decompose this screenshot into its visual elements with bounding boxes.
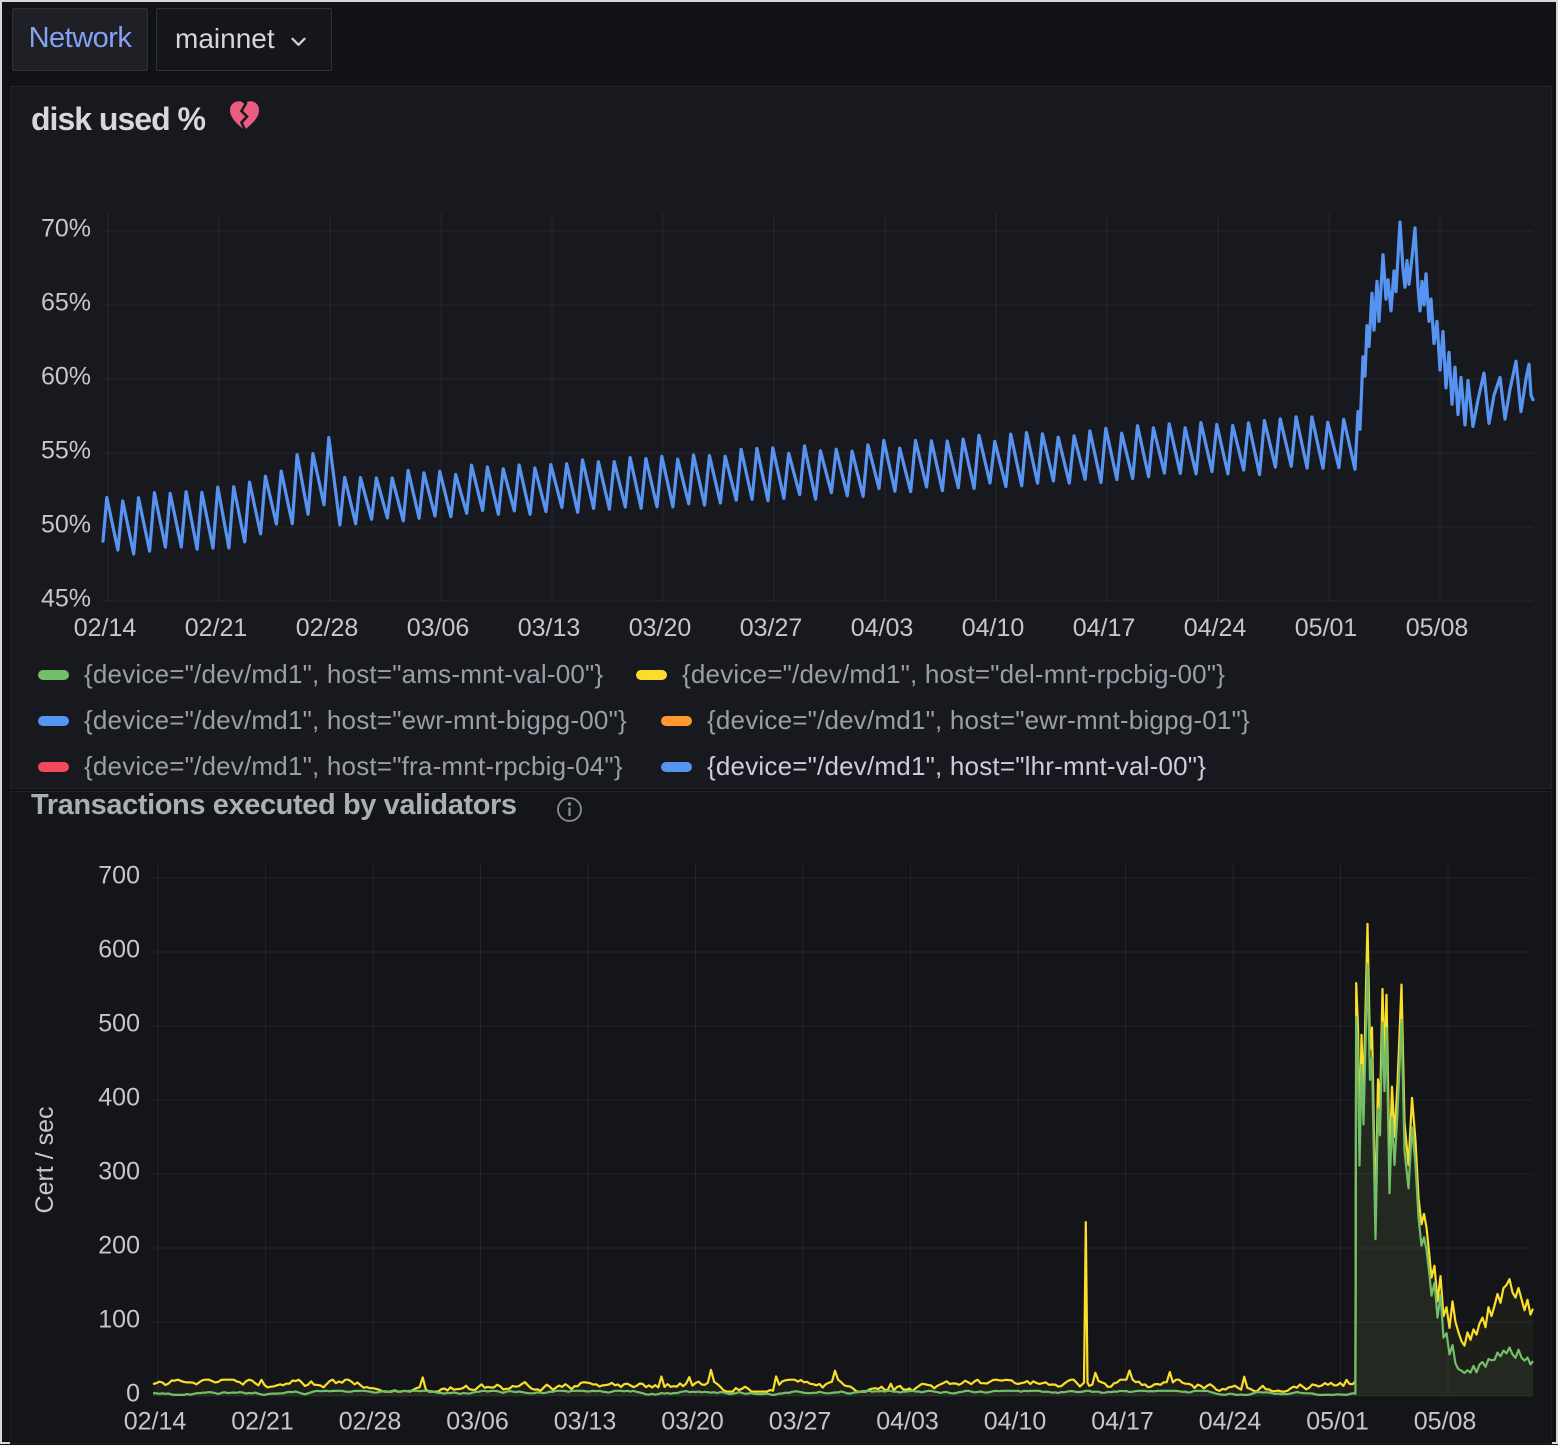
svg-text:100: 100 bbox=[98, 1306, 140, 1334]
svg-text:03/20: 03/20 bbox=[661, 1408, 724, 1436]
svg-text:05/01: 05/01 bbox=[1295, 614, 1358, 642]
svg-text:02/28: 02/28 bbox=[296, 614, 359, 642]
svg-text:03/06: 03/06 bbox=[407, 614, 470, 642]
svg-text:04/10: 04/10 bbox=[984, 1408, 1047, 1436]
svg-text:04/03: 04/03 bbox=[851, 614, 914, 642]
svg-text:03/20: 03/20 bbox=[629, 614, 692, 642]
svg-text:05/08: 05/08 bbox=[1406, 614, 1469, 642]
svg-text:200: 200 bbox=[98, 1232, 140, 1260]
svg-text:05/08: 05/08 bbox=[1414, 1408, 1477, 1436]
svg-text:03/06: 03/06 bbox=[446, 1408, 509, 1436]
svg-text:02/21: 02/21 bbox=[231, 1408, 294, 1436]
svg-text:400: 400 bbox=[98, 1084, 140, 1112]
svg-text:50%: 50% bbox=[41, 511, 91, 539]
svg-text:02/14: 02/14 bbox=[124, 1408, 187, 1436]
svg-text:05/01: 05/01 bbox=[1306, 1408, 1369, 1436]
svg-text:300: 300 bbox=[98, 1158, 140, 1186]
svg-text:03/13: 03/13 bbox=[554, 1408, 617, 1436]
svg-text:600: 600 bbox=[98, 936, 140, 964]
svg-text:500: 500 bbox=[98, 1010, 140, 1038]
svg-text:04/03: 04/03 bbox=[876, 1408, 939, 1436]
svg-text:03/27: 03/27 bbox=[769, 1408, 832, 1436]
svg-text:02/28: 02/28 bbox=[339, 1408, 402, 1436]
svg-text:04/17: 04/17 bbox=[1073, 614, 1136, 642]
svg-text:700: 700 bbox=[98, 862, 140, 890]
svg-text:04/17: 04/17 bbox=[1091, 1408, 1154, 1436]
svg-text:03/13: 03/13 bbox=[518, 614, 581, 642]
svg-text:70%: 70% bbox=[41, 215, 91, 243]
svg-text:60%: 60% bbox=[41, 363, 91, 391]
svg-text:65%: 65% bbox=[41, 289, 91, 317]
svg-text:0: 0 bbox=[126, 1380, 140, 1408]
svg-text:02/14: 02/14 bbox=[74, 614, 137, 642]
svg-text:04/10: 04/10 bbox=[962, 614, 1025, 642]
svg-text:45%: 45% bbox=[41, 585, 91, 613]
svg-text:04/24: 04/24 bbox=[1199, 1408, 1262, 1436]
svg-text:04/24: 04/24 bbox=[1184, 614, 1247, 642]
svg-text:Cert / sec: Cert / sec bbox=[31, 1107, 59, 1214]
svg-text:03/27: 03/27 bbox=[740, 614, 803, 642]
svg-text:55%: 55% bbox=[41, 437, 91, 465]
svg-text:02/21: 02/21 bbox=[185, 614, 248, 642]
